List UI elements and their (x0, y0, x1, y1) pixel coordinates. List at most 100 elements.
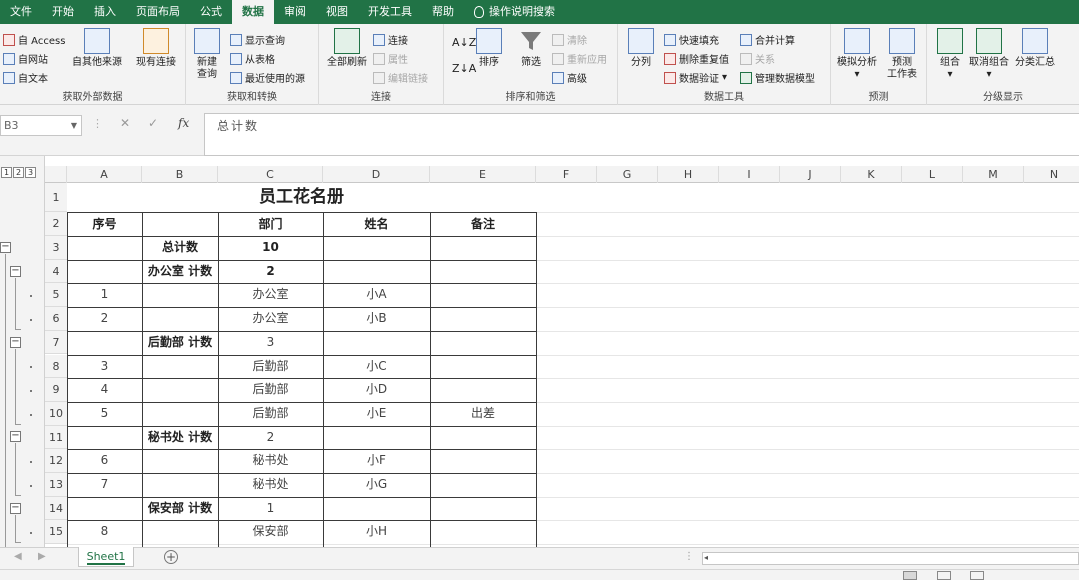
column-header-B[interactable]: B (142, 166, 218, 183)
column-header-E[interactable]: E (430, 166, 536, 183)
cell-C11[interactable]: 2 (218, 426, 323, 450)
scroll-right-icon[interactable]: ▶ (38, 551, 46, 562)
cell-C5[interactable]: 办公室 (218, 283, 323, 307)
column-header-N[interactable]: N (1024, 166, 1079, 183)
select-all-corner[interactable] (45, 166, 67, 183)
text-to-columns-button[interactable]: 分列 (628, 28, 654, 69)
cell-A4[interactable] (67, 260, 142, 284)
row-header-15[interactable]: 15 (45, 520, 67, 545)
cell-B13[interactable] (142, 473, 218, 497)
what-if-analysis-button[interactable]: 模拟分析 ▾ (837, 28, 877, 81)
cell-D2[interactable]: 姓名 (323, 212, 430, 236)
column-header-G[interactable]: G (597, 166, 658, 183)
cell-E13[interactable] (430, 473, 536, 497)
edit-links-button[interactable]: 编辑链接 (373, 70, 428, 85)
row-header-1[interactable]: 1 (45, 183, 67, 212)
cancel-icon[interactable]: ✕ (120, 116, 130, 130)
row-header-8[interactable]: 8 (45, 354, 67, 379)
row-header-5[interactable]: 5 (45, 283, 67, 308)
row-header-6[interactable]: 6 (45, 307, 67, 331)
cell-D3[interactable] (323, 236, 430, 260)
cell-E8[interactable] (430, 355, 536, 379)
column-header-J[interactable]: J (780, 166, 841, 183)
cell-A13[interactable]: 7 (67, 473, 142, 497)
filter-button[interactable]: 筛选 (518, 28, 544, 69)
cell-B15[interactable] (142, 520, 218, 544)
cell-A14[interactable] (67, 497, 142, 521)
sort-ascending-button[interactable]: A↓Z (452, 36, 476, 49)
chevron-down-icon[interactable]: ▼ (71, 116, 77, 135)
from-access-button[interactable]: 自 Access (3, 32, 65, 47)
ribbon-tab-4[interactable]: 公式 (190, 0, 232, 24)
from-table-button[interactable]: 从表格 (230, 51, 275, 66)
row-header-14[interactable]: 14 (45, 496, 67, 521)
refresh-all-button[interactable]: 全部刷新 (327, 28, 367, 69)
cell-D11[interactable] (323, 426, 430, 450)
sort-button[interactable]: 排序 (476, 28, 502, 69)
cell-C6[interactable]: 办公室 (218, 307, 323, 331)
cell-D5[interactable]: 小A (323, 283, 430, 307)
scroll-left-icon[interactable]: ◀ (14, 551, 22, 562)
cell-A2[interactable]: 序号 (67, 212, 142, 236)
cell-B6[interactable] (142, 307, 218, 331)
sort-descending-button[interactable]: Z↓A (452, 62, 476, 75)
normal-view-icon[interactable] (903, 571, 917, 580)
collapse-row-7-button[interactable]: − (10, 336, 21, 348)
tab-splitter-icon[interactable]: ⋮ (684, 551, 694, 562)
add-sheet-icon[interactable]: + (164, 550, 178, 564)
relationships-button[interactable]: 关系 (740, 51, 775, 66)
cell-B11[interactable]: 秘书处 计数 (142, 426, 218, 450)
cell-C9[interactable]: 后勤部 (218, 378, 323, 402)
cell-D12[interactable]: 小F (323, 449, 430, 473)
clear-filter-button[interactable]: 清除 (552, 32, 587, 47)
cell-C8[interactable]: 后勤部 (218, 355, 323, 379)
outline-level-2-button[interactable]: 2 (13, 167, 24, 178)
ribbon-tab-8[interactable]: 开发工具 (358, 0, 422, 24)
from-text-button[interactable]: 自文本 (3, 70, 48, 85)
reapply-button[interactable]: 重新应用 (552, 51, 607, 66)
cell-C13[interactable]: 秘书处 (218, 473, 323, 497)
properties-button[interactable]: 属性 (373, 51, 408, 66)
cell-B4[interactable]: 办公室 计数 (142, 260, 218, 284)
collapse-row-4-button[interactable]: − (10, 265, 21, 277)
cell-C14[interactable]: 1 (218, 497, 323, 521)
advanced-filter-button[interactable]: 高级 (552, 70, 587, 85)
cell-C15[interactable]: 保安部 (218, 520, 323, 544)
ribbon-tab-9[interactable]: 帮助 (422, 0, 464, 24)
cell-E2[interactable]: 备注 (430, 212, 536, 236)
cell-D9[interactable]: 小D (323, 378, 430, 402)
horizontal-scrollbar[interactable]: ◂ (702, 552, 1079, 565)
sheet-tab-sheet1[interactable]: Sheet1 (78, 547, 134, 567)
from-web-button[interactable]: 自网站 (3, 51, 48, 66)
row-header-10[interactable]: 10 (45, 401, 67, 426)
cell-D10[interactable]: 小E (323, 402, 430, 426)
ribbon-tab-2[interactable]: 插入 (84, 0, 126, 24)
cell-D15[interactable]: 小H (323, 520, 430, 544)
page-break-view-icon[interactable] (970, 571, 984, 580)
name-box[interactable]: B3 ▼ (0, 115, 82, 136)
show-queries-button[interactable]: 显示查询 (230, 32, 285, 47)
other-sources-button[interactable]: 自其他来源 (72, 28, 122, 69)
row-header-4[interactable]: 4 (45, 259, 67, 284)
cell-D4[interactable] (323, 260, 430, 284)
recent-sources-button[interactable]: 最近使用的源 (230, 70, 305, 85)
sheet-title[interactable]: 员工花名册 (67, 183, 536, 212)
cell-E5[interactable] (430, 283, 536, 307)
cell-A15[interactable]: 8 (67, 520, 142, 544)
collapse-row-14-button[interactable]: − (10, 502, 21, 514)
cell-A6[interactable]: 2 (67, 307, 142, 331)
cell-E6[interactable] (430, 307, 536, 331)
insert-function-icon[interactable]: fx (178, 116, 189, 130)
consolidate-button[interactable]: 合并计算 (740, 32, 795, 47)
cell-A9[interactable]: 4 (67, 378, 142, 402)
row-header-9[interactable]: 9 (45, 378, 67, 402)
cell-A7[interactable] (67, 331, 142, 355)
tell-me-search[interactable]: 操作说明搜索 (464, 0, 565, 24)
data-validation-button[interactable]: 数据验证 ▾ (664, 70, 727, 85)
scroll-left-arrow-icon[interactable]: ◂ (704, 553, 708, 562)
group-button[interactable]: 组合 ▾ (937, 28, 963, 81)
column-header-H[interactable]: H (658, 166, 719, 183)
cell-D14[interactable] (323, 497, 430, 521)
cell-D13[interactable]: 小G (323, 473, 430, 497)
connections-button[interactable]: 连接 (373, 32, 408, 47)
